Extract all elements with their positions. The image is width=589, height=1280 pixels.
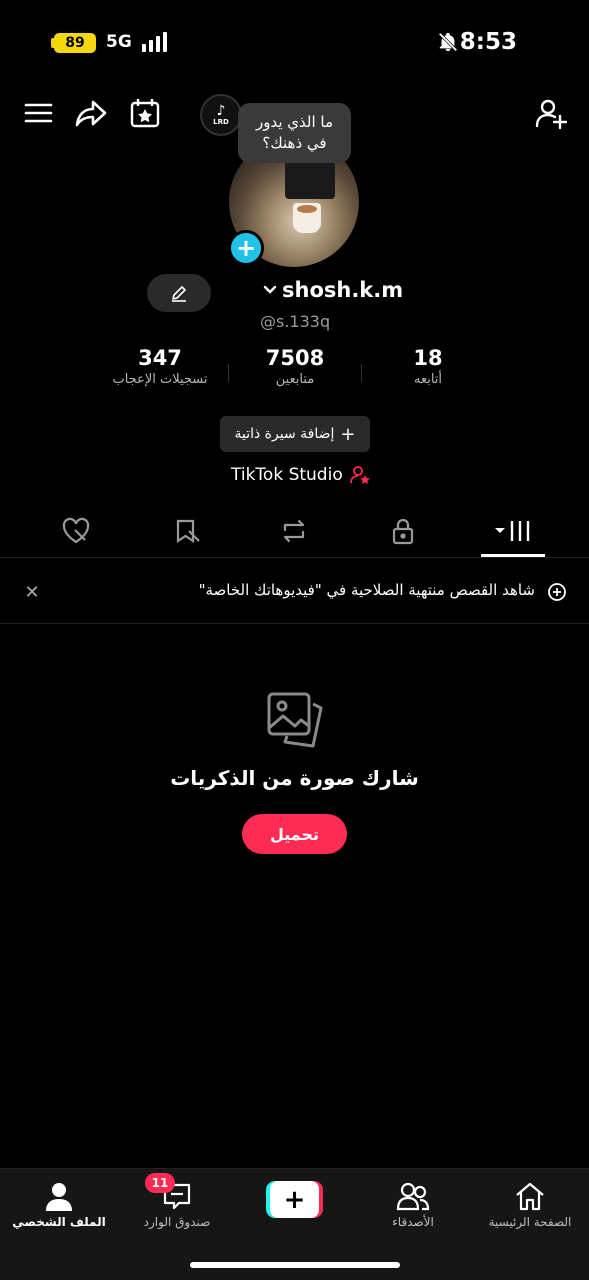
favorites-hidden-icon: [176, 519, 200, 544]
add-friend-icon[interactable]: [534, 96, 568, 130]
creator-star-icon: [349, 466, 370, 484]
divider: [228, 364, 229, 382]
nav-home-label: الصفحة الرئيسية: [488, 1215, 572, 1229]
nav-home[interactable]: الصفحة الرئيسية: [471, 1179, 589, 1229]
tiktok-lrd-badge[interactable]: ♪ LRD: [200, 94, 242, 136]
tab-liked[interactable]: [58, 516, 94, 546]
grid-icon: [495, 521, 530, 541]
nav-friends-label: الأصدقاء: [392, 1215, 434, 1229]
nav-inbox[interactable]: صندوق الوارد: [118, 1179, 236, 1229]
divider: [361, 364, 362, 382]
nav-profile-label: الملف الشخصي: [12, 1215, 106, 1229]
create-button[interactable]: +: [266, 1181, 323, 1218]
network-type: 5G: [106, 32, 132, 52]
upload-button[interactable]: تحميل: [242, 814, 347, 854]
avatar-detail: [285, 159, 335, 199]
expired-stories-notice[interactable]: ✕ شاهد القصص منتهية الصلاحية في "فيديوها…: [0, 560, 589, 624]
edit-profile-button[interactable]: [147, 274, 211, 312]
active-tab-indicator: [481, 554, 545, 557]
add-story-button[interactable]: +: [228, 230, 264, 266]
home-indicator: [190, 1262, 400, 1268]
liked-icon: [62, 517, 90, 544]
share-icon[interactable]: [74, 96, 108, 130]
chevron-down-icon: [263, 285, 277, 294]
likes-count: 347: [138, 346, 182, 370]
user-handle: @s.133q: [260, 312, 331, 331]
likes-stat[interactable]: 347 تسجيلات الإعجاب: [100, 346, 220, 387]
close-icon[interactable]: ✕: [20, 580, 44, 604]
studio-label: TikTok Studio: [231, 465, 343, 485]
followers-label: متابعين: [275, 372, 315, 387]
lock-icon: [392, 518, 414, 545]
nav-profile[interactable]: الملف الشخصي: [0, 1179, 118, 1229]
battery-indicator: 89: [54, 33, 96, 53]
username-switcher[interactable]: shosh.k.m: [262, 278, 403, 302]
nav-friends[interactable]: الأصدقاء: [354, 1179, 472, 1229]
avatar-detail: [297, 205, 317, 213]
create-icon: +: [270, 1181, 319, 1218]
tab-videos[interactable]: [492, 516, 536, 546]
signal-icon: [142, 32, 167, 52]
tab-favorites[interactable]: [170, 516, 206, 546]
menu-icon[interactable]: [22, 96, 56, 130]
username: shosh.k.m: [282, 278, 404, 302]
following-stat[interactable]: 18 أتابعه: [388, 346, 468, 387]
repost-icon: [283, 519, 305, 543]
tiktok-logo-icon: ♪: [216, 103, 226, 119]
profile-icon: [46, 1183, 72, 1211]
clock: 8:53: [459, 29, 517, 55]
home-icon: [516, 1182, 544, 1211]
status-bar: 89 5G 8:53: [0, 0, 589, 90]
following-count: 18: [413, 346, 443, 370]
bell-off-icon: [438, 32, 458, 52]
empty-state-title: شارك صورة من الذكريات: [170, 766, 419, 790]
add-bio-button[interactable]: إضافة سيرة ذاتية +: [220, 416, 370, 452]
inbox-badge: 11: [145, 1173, 175, 1193]
notice-text: شاهد القصص منتهية الصلاحية في "فيديوهاتك…: [198, 581, 535, 599]
bio-label: إضافة سيرة ذاتية: [234, 426, 335, 442]
pencil-icon: [172, 286, 186, 302]
followers-stat[interactable]: 7508 متابعين: [240, 346, 350, 387]
lrd-label: LRD: [213, 118, 229, 126]
following-label: أتابعه: [413, 372, 443, 387]
tab-reposts[interactable]: [276, 516, 312, 546]
friends-icon: [396, 1182, 430, 1211]
likes-label: تسجيلات الإعجاب: [112, 372, 208, 387]
story-plus-icon: [548, 583, 566, 601]
photos-icon: [267, 692, 323, 748]
nav-inbox-label: صندوق الوارد: [143, 1215, 211, 1229]
plus-icon: +: [340, 423, 356, 445]
tiktok-studio-link[interactable]: TikTok Studio: [231, 464, 371, 486]
profile-tabs: [0, 508, 589, 558]
followers-count: 7508: [265, 346, 325, 370]
tab-private[interactable]: [385, 516, 421, 546]
thought-bubble[interactable]: ما الذي يدور في ذهنك؟: [238, 103, 351, 163]
calendar-star-icon[interactable]: [128, 96, 162, 130]
